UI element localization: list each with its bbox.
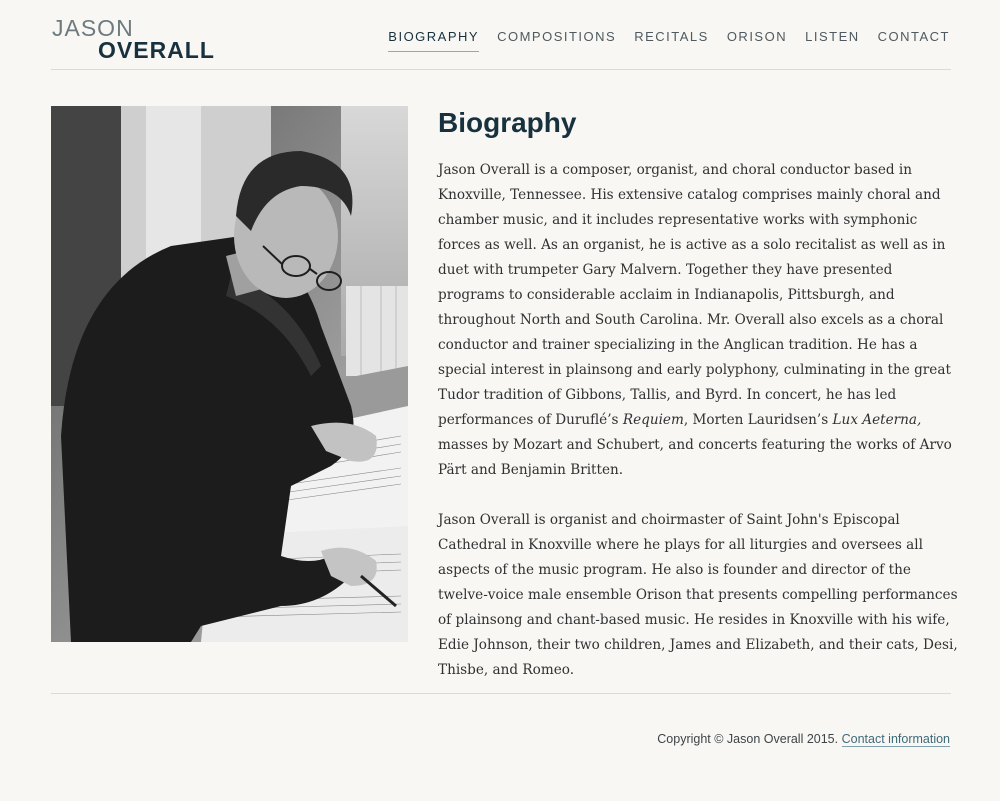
nav-compositions[interactable]: COMPOSITIONS: [497, 29, 616, 52]
header-divider: [51, 69, 951, 70]
nav-orison[interactable]: ORISON: [727, 29, 787, 52]
footer: Copyright © Jason Overall 2015. Contact …: [657, 732, 950, 747]
para1-work-lux-aeterna: Lux Aeterna,: [832, 412, 922, 428]
footer-divider: [51, 693, 951, 694]
logo-line-2: OVERALL: [98, 37, 215, 63]
main-nav: BIOGRAPHY COMPOSITIONS RECITALS ORISON L…: [388, 29, 950, 52]
copyright-text: Copyright © Jason Overall 2015.: [657, 732, 839, 746]
biography-paragraph-2: Jason Overall is organist and choirmaste…: [438, 512, 958, 678]
logo-line-1: JASON: [52, 15, 134, 41]
nav-listen[interactable]: LISTEN: [805, 29, 860, 52]
page-title: Biography: [438, 107, 577, 138]
para1-text-a: Jason Overall is a composer, organist, a…: [438, 162, 951, 428]
contact-information-link[interactable]: Contact information: [841, 732, 950, 747]
para1-text-c: masses by Mozart and Schubert, and conce…: [438, 437, 952, 478]
biography-paragraph-1: Jason Overall is a composer, organist, a…: [438, 158, 958, 483]
biography-content: Biography Jason Overall is a composer, o…: [438, 106, 958, 708]
para1-text-b: , Morten Lauridsen’s: [683, 412, 833, 428]
nav-recitals[interactable]: RECITALS: [634, 29, 709, 52]
nav-biography[interactable]: BIOGRAPHY: [388, 29, 480, 52]
para1-work-requiem: Requiem: [622, 412, 684, 428]
site-logo[interactable]: JASON OVERALL: [52, 15, 215, 63]
nav-contact[interactable]: CONTACT: [878, 29, 950, 52]
portrait-photo: [51, 106, 408, 642]
